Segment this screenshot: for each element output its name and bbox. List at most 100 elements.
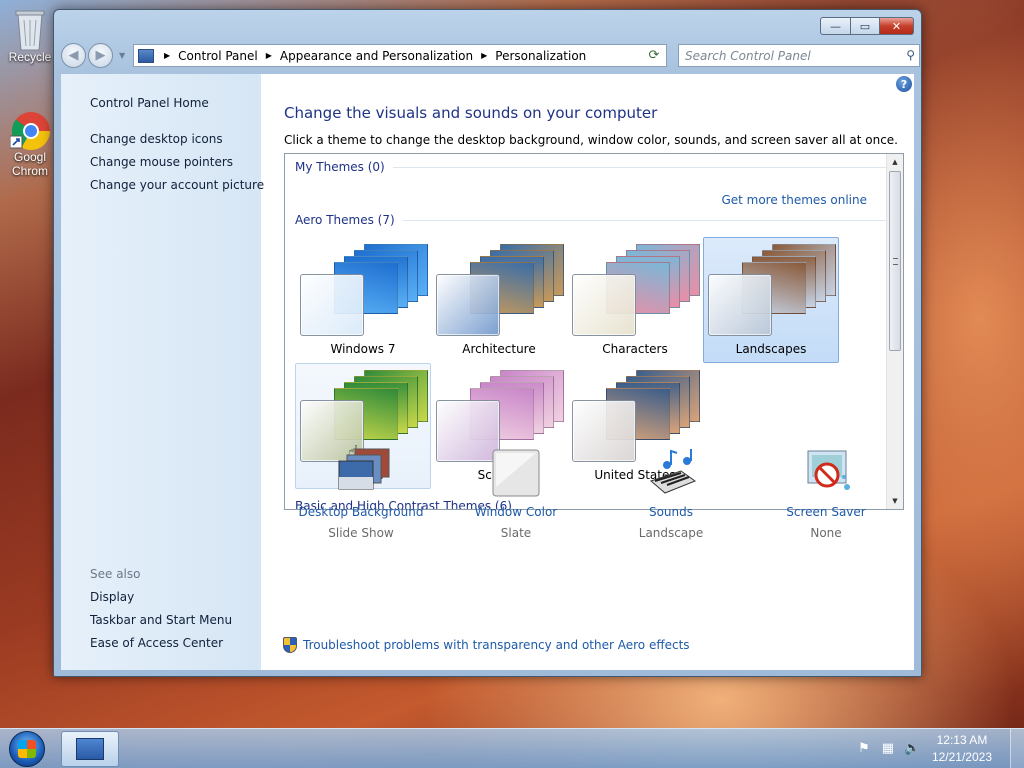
forward-button[interactable]: ▶ <box>88 43 113 68</box>
forward-arrow-icon: ▶ <box>95 48 106 63</box>
control-panel-icon <box>76 738 104 760</box>
minimize-button[interactable]: — <box>820 17 851 35</box>
theme-color-swatch <box>572 274 636 336</box>
volume-muted-icon[interactable]: 🔈 <box>904 741 920 757</box>
control-panel-icon <box>138 48 154 63</box>
scroll-up-icon[interactable]: ▲ <box>887 154 903 170</box>
theme-color-swatch <box>708 274 772 336</box>
taskbar-control-panel-button[interactable] <box>61 731 119 767</box>
theme-characters[interactable]: Characters <box>567 237 703 363</box>
sounds-icon[interactable] <box>645 447 697 499</box>
show-desktop-button[interactable] <box>1010 729 1024 768</box>
group-aero-themes[interactable]: Aero Themes (7) <box>295 213 886 227</box>
taskbar: ⚑ ▦ 🔈 12:13 AM 12/21/2023 <box>0 728 1024 768</box>
chrome-label-line2: Chrom <box>11 164 48 178</box>
refresh-button[interactable]: ⟳ <box>642 44 667 67</box>
recent-pages-dropdown[interactable]: ▼ <box>119 51 125 60</box>
sidebar-link-account-picture[interactable]: Change your account picture <box>90 178 264 192</box>
personalization-window: — ▭ ✕ ◀ ▶ ▼ ▶ Control Panel ▶ Appearance… <box>53 9 922 677</box>
group-aero-themes-label: Aero Themes (7) <box>295 213 395 227</box>
window-color-icon[interactable] <box>490 447 542 499</box>
breadcrumb-control-panel[interactable]: Control Panel <box>178 49 258 63</box>
scroll-grip-icon <box>893 258 898 265</box>
page-title: Change the visuals and sounds on your co… <box>284 104 658 122</box>
sidebar-link-taskbar[interactable]: Taskbar and Start Menu <box>90 613 232 627</box>
get-more-themes-link[interactable]: Get more themes online <box>721 193 867 207</box>
maximize-icon: ▭ <box>859 19 871 33</box>
close-icon: ✕ <box>891 19 902 33</box>
address-bar[interactable]: ▶ Control Panel ▶ Appearance and Persona… <box>133 44 666 67</box>
maximize-button[interactable]: ▭ <box>851 17 880 35</box>
help-icon[interactable]: ? <box>896 76 912 92</box>
search-icon[interactable]: ⚲ <box>906 48 915 62</box>
theme-color-swatch <box>300 274 364 336</box>
screen-saver-icon[interactable] <box>800 447 852 499</box>
breadcrumb-personalization[interactable]: Personalization <box>495 49 586 63</box>
group-my-themes[interactable]: My Themes (0) <box>295 160 888 174</box>
sidebar-link-desktop-icons[interactable]: Change desktop icons <box>90 132 223 146</box>
theme-windows-7[interactable]: Windows 7 <box>295 237 431 363</box>
theme-name: Characters <box>602 342 668 356</box>
setting-value: Slate <box>500 526 532 540</box>
clock-date: 12/21/2023 <box>931 750 992 764</box>
group-my-themes-label: My Themes (0) <box>295 160 385 174</box>
back-arrow-icon: ◀ <box>68 48 79 63</box>
recycle-bin-icon <box>10 8 50 51</box>
setting-window-color[interactable]: Window Color Slate <box>441 447 591 540</box>
chrome-label-line1: Googl <box>13 150 47 164</box>
client-area: Control Panel Home Change desktop icons … <box>61 74 914 670</box>
sidebar-link-mouse-pointers[interactable]: Change mouse pointers <box>90 155 233 169</box>
setting-screen-saver[interactable]: Screen Saver None <box>751 447 901 540</box>
system-tray: ⚑ ▦ 🔈 12:13 AM 12/21/2023 <box>856 729 1024 768</box>
back-button[interactable]: ◀ <box>61 43 86 68</box>
windows-logo-icon <box>18 740 36 758</box>
sidebar-link-display[interactable]: Display <box>90 590 134 604</box>
navigation-bar: ◀ ▶ ▼ ▶ Control Panel ▶ Appearance and P… <box>61 43 920 69</box>
theme-name: Windows 7 <box>330 342 396 356</box>
network-icon[interactable]: ▦ <box>880 741 896 757</box>
troubleshoot-link[interactable]: Troubleshoot problems with transparency … <box>303 638 690 652</box>
window-controls: — ▭ ✕ <box>820 17 914 35</box>
shield-icon <box>283 637 297 653</box>
setting-value: None <box>810 526 842 540</box>
troubleshoot-row: Troubleshoot problems with transparency … <box>283 637 690 653</box>
main-content: ? Change the visuals and sounds on your … <box>261 74 914 670</box>
close-button[interactable]: ✕ <box>880 17 914 35</box>
setting-label[interactable]: Window Color <box>441 505 591 519</box>
clock-time: 12:13 AM <box>936 733 988 747</box>
theme-architecture[interactable]: Architecture <box>431 237 567 363</box>
recycle-bin-desktop-icon[interactable]: Recycle <box>4 8 56 64</box>
chrome-icon <box>9 110 51 151</box>
setting-sounds[interactable]: Sounds Landscape <box>596 447 746 540</box>
breadcrumb-appearance[interactable]: Appearance and Personalization <box>280 49 473 63</box>
theme-name: Landscapes <box>735 342 807 356</box>
theme-landscapes[interactable]: Landscapes <box>703 237 839 363</box>
page-subtitle: Click a theme to change the desktop back… <box>284 133 898 147</box>
setting-value: Slide Show <box>328 526 394 540</box>
group-divider <box>402 219 886 221</box>
breadcrumb-chevron-icon[interactable]: ▶ <box>164 51 170 60</box>
sidebar-link-ease-of-access[interactable]: Ease of Access Center <box>90 636 223 650</box>
recycle-bin-label: Recycle <box>8 50 52 64</box>
scroll-thumb[interactable] <box>889 171 901 351</box>
start-button[interactable] <box>9 731 45 767</box>
setting-label[interactable]: Screen Saver <box>751 505 901 519</box>
setting-desktop-background[interactable]: Desktop Background Slide Show <box>286 447 436 540</box>
setting-value: Landscape <box>638 526 704 540</box>
chrome-desktop-icon[interactable]: Googl Chrom <box>4 110 56 178</box>
setting-label[interactable]: Sounds <box>596 505 746 519</box>
theme-color-swatch <box>436 274 500 336</box>
setting-label[interactable]: Desktop Background <box>286 505 436 519</box>
desktop-background-icon[interactable] <box>335 447 390 499</box>
theme-name: Architecture <box>462 342 536 356</box>
clock[interactable]: 12:13 AM 12/21/2023 <box>932 732 992 766</box>
breadcrumb-chevron-icon[interactable]: ▶ <box>481 51 487 60</box>
breadcrumb-chevron-icon[interactable]: ▶ <box>266 51 272 60</box>
sidebar: Control Panel Home Change desktop icons … <box>61 74 264 670</box>
group-divider <box>392 166 888 168</box>
sidebar-link-control-panel-home[interactable]: Control Panel Home <box>90 96 209 110</box>
search-input[interactable]: Search Control Panel ⚲ <box>678 44 920 67</box>
refresh-icon: ⟳ <box>648 48 660 63</box>
action-center-flag-icon[interactable]: ⚑ <box>856 741 872 757</box>
minimize-icon: — <box>830 19 841 33</box>
